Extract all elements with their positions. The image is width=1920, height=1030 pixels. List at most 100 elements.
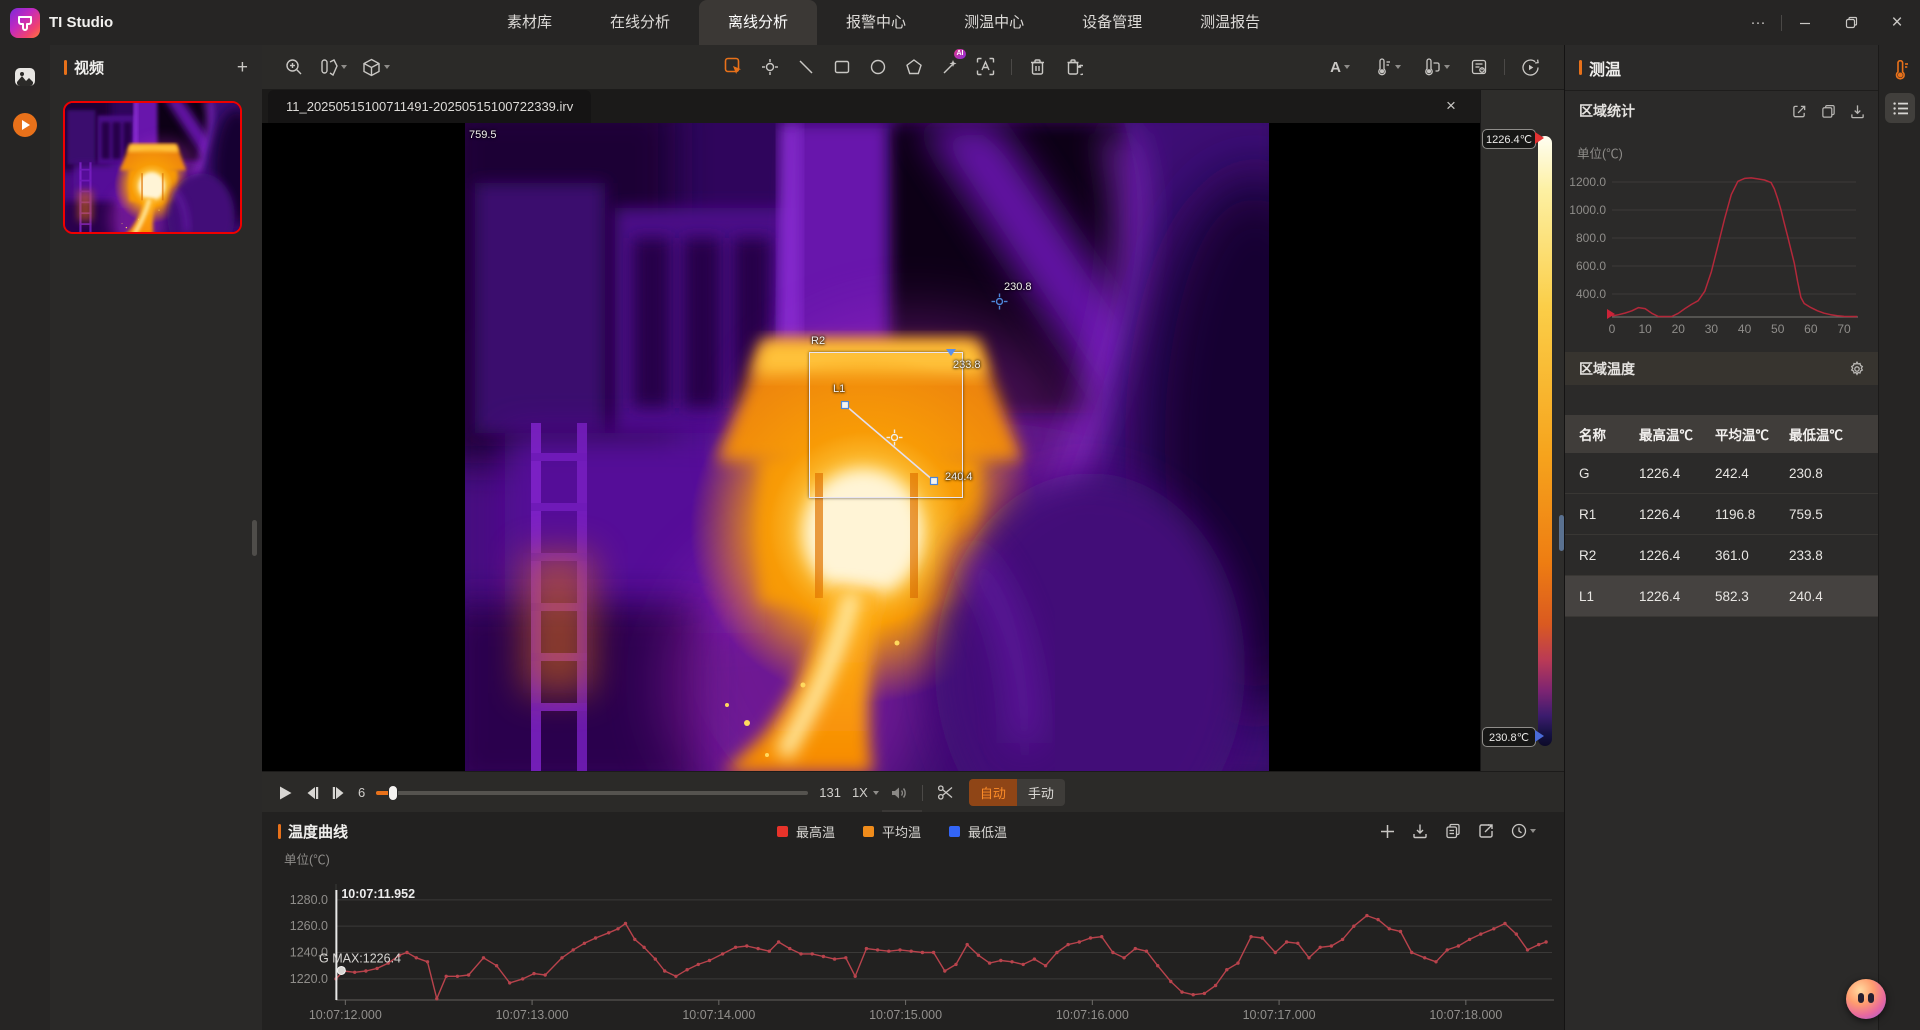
copy-curve-button[interactable] [1445, 823, 1461, 839]
copy-icon [1445, 823, 1461, 839]
speed-select[interactable]: 1X [852, 785, 879, 800]
report-button[interactable] [1465, 54, 1492, 81]
table-cell: 233.8 [1789, 548, 1879, 563]
svg-text:40: 40 [1738, 322, 1752, 336]
measure-tab-button[interactable] [1885, 55, 1915, 85]
r2-min-marker-icon [946, 349, 956, 356]
manual-mode-button[interactable]: 手动 [1017, 779, 1065, 806]
list-icon [1893, 102, 1908, 115]
close-file-icon[interactable]: × [1440, 95, 1462, 117]
region-stats-chart[interactable]: 单位(℃)1200.01000.0800.0600.0400.001020304… [1565, 118, 1879, 350]
table-cell: 最高温℃ [1639, 424, 1715, 444]
video-review-button[interactable] [1517, 54, 1544, 81]
rectangle-tool-button[interactable] [828, 53, 855, 80]
nav-tab[interactable]: 测温中心 [935, 0, 1053, 45]
assistant-button[interactable] [1846, 979, 1886, 1019]
volume-button[interactable] [890, 785, 908, 801]
thermal-viewer[interactable]: 759.5 230.8 R2 233.8 L1 240.4 [262, 123, 1480, 771]
play-button[interactable] [278, 785, 293, 801]
cursor-point-label: G MAX:1226.4 [319, 951, 401, 965]
table-row[interactable]: G1226.4242.4230.8 [1565, 453, 1879, 494]
next-frame-button[interactable] [331, 785, 347, 801]
temp-range-button[interactable] [1416, 54, 1456, 81]
trash-all-icon [1065, 58, 1083, 76]
slider-thumb[interactable] [388, 785, 398, 801]
svg-text:20: 20 [1672, 322, 1686, 336]
text-capture-tool-button[interactable] [972, 53, 999, 80]
close-button[interactable]: × [1874, 0, 1920, 45]
font-style-button[interactable]: A [1322, 54, 1358, 81]
video-thumbnail[interactable] [63, 101, 242, 234]
curve-ylabel: 单位(℃) [284, 852, 330, 867]
region-section-title: 区域温度 [1579, 359, 1635, 379]
g-spot-value: 230.8 [1004, 281, 1032, 293]
next-frame-icon [331, 785, 347, 801]
prev-frame-button[interactable] [304, 785, 320, 801]
restore-button[interactable] [1828, 0, 1874, 45]
palette-tool-button[interactable] [316, 54, 350, 81]
select-tool-button[interactable] [720, 53, 747, 80]
svg-text:10:07:12.000: 10:07:12.000 [309, 1008, 382, 1022]
stats-copy-button[interactable] [1821, 104, 1836, 119]
zoom-tool-button[interactable] [280, 54, 307, 81]
minimize-button[interactable] [1782, 0, 1828, 45]
delete-button[interactable] [1024, 53, 1051, 80]
toolbar-divider [1504, 59, 1505, 75]
spot-tool-button[interactable] [756, 53, 783, 80]
nav-tab[interactable]: 设备管理 [1053, 0, 1171, 45]
slider-track[interactable] [376, 791, 808, 795]
timeline-slider[interactable] [376, 785, 808, 801]
nav-tab[interactable]: 报警中心 [817, 0, 935, 45]
export-curve-button[interactable] [1478, 823, 1494, 839]
add-video-button[interactable]: + [237, 58, 248, 77]
app-title: TI Studio [49, 14, 113, 31]
view-3d-button[interactable] [359, 54, 393, 81]
chevron-down-icon [384, 65, 390, 69]
temp-display-button[interactable] [1367, 54, 1407, 81]
svg-text:1280.0: 1280.0 [290, 893, 328, 907]
delete-all-button[interactable] [1060, 53, 1087, 80]
table-row[interactable]: R11226.41196.8759.5 [1565, 494, 1879, 535]
l1-min-value: 240.4 [945, 471, 973, 483]
rail-item-gallery[interactable] [0, 53, 50, 101]
stats-export-button[interactable] [1792, 104, 1807, 119]
right-splitter-handle[interactable] [1559, 515, 1564, 551]
nav-tab[interactable]: 在线分析 [581, 0, 699, 45]
file-tab[interactable]: 11_20250515100711491-20250515100722339.i… [268, 90, 591, 123]
auto-mode-button[interactable]: 自动 [969, 779, 1017, 806]
legend-item[interactable]: 平均温 [863, 822, 921, 841]
nav-tab[interactable]: 素材库 [478, 0, 581, 45]
colorbar-max-handle-icon[interactable] [1535, 132, 1544, 144]
table-row[interactable]: L11226.4582.3240.4 [1565, 576, 1879, 617]
legend-item[interactable]: 最高温 [777, 822, 835, 841]
legend-item[interactable]: 最低温 [949, 822, 1007, 841]
region-settings-button[interactable] [1849, 361, 1865, 377]
g-spot-crosshair-icon[interactable] [991, 293, 1008, 310]
time-range-button[interactable] [1511, 823, 1536, 839]
list-tab-button[interactable] [1885, 93, 1915, 123]
line-tool-button[interactable] [792, 53, 819, 80]
center-crosshair-icon [886, 429, 903, 446]
download-curve-button[interactable] [1412, 823, 1428, 839]
more-menu-button[interactable]: ··· [1735, 0, 1781, 45]
nav-tab[interactable]: 测温报告 [1171, 0, 1289, 45]
stats-download-button[interactable] [1850, 104, 1865, 119]
svg-text:600.0: 600.0 [1576, 259, 1606, 273]
polygon-tool-button[interactable] [900, 53, 927, 80]
colorbar-min-handle-icon[interactable] [1535, 730, 1544, 742]
clip-button[interactable] [937, 784, 954, 801]
report-document-icon [1470, 58, 1488, 76]
left-splitter-handle[interactable] [252, 520, 257, 556]
temperature-colorbar[interactable] [1538, 136, 1552, 746]
circle-tool-button[interactable] [864, 53, 891, 80]
ai-detect-tool-button[interactable]: AI [936, 53, 963, 80]
temperature-curve-chart[interactable]: 单位(℃)1280.01260.01240.01220.010:07:12.00… [262, 850, 1564, 1030]
table-header-row[interactable]: 名称最高温℃平均温℃最低温℃ [1565, 415, 1879, 453]
rail-item-video[interactable] [0, 101, 50, 149]
add-curve-button[interactable] [1380, 824, 1395, 839]
nav-tab[interactable]: 离线分析 [699, 0, 817, 45]
table-cell: 361.0 [1715, 548, 1789, 563]
image-max-annotation: 759.5 [469, 129, 497, 141]
table-row[interactable]: R21226.4361.0233.8 [1565, 535, 1879, 576]
total-frames: 131 [819, 785, 841, 800]
